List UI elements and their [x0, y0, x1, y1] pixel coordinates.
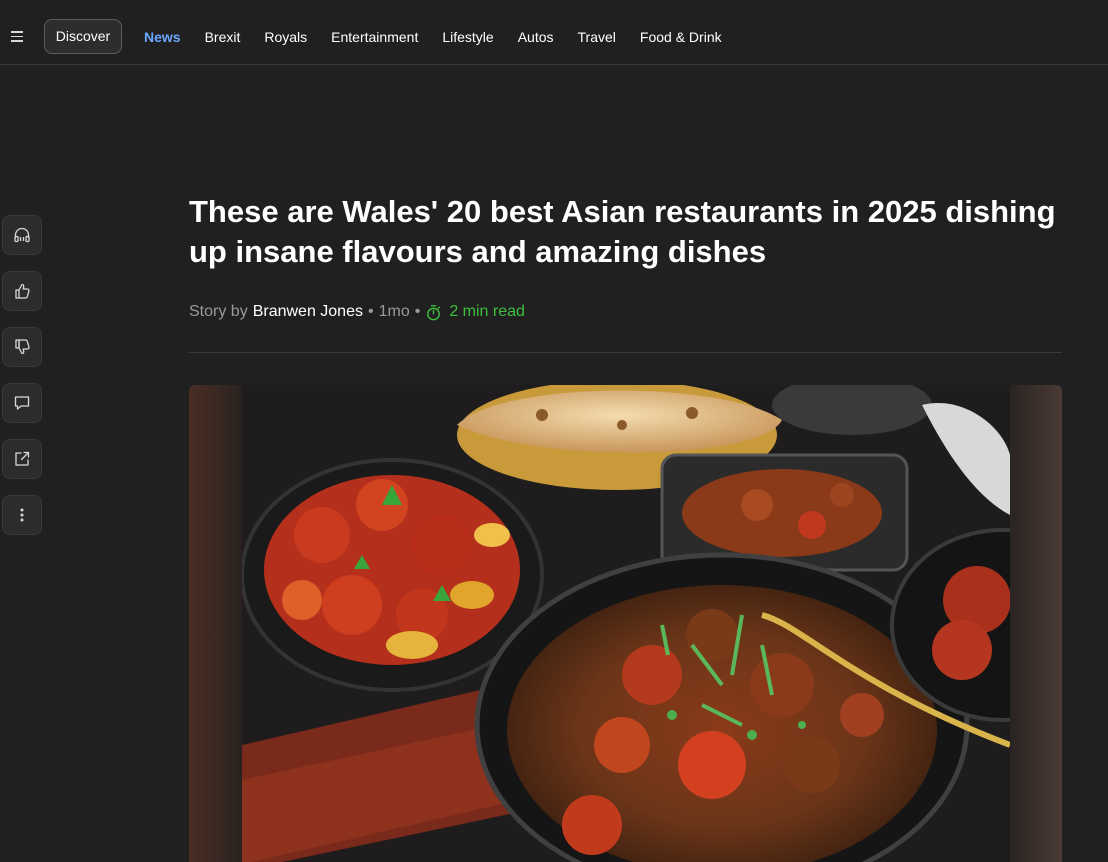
comments-button[interactable]	[2, 383, 42, 423]
read-time-label: 2 min read	[449, 303, 525, 320]
nav-link-entertainment[interactable]: Entertainment	[319, 29, 430, 45]
nav-link-brexit[interactable]: Brexit	[193, 29, 253, 45]
separator-dot: •	[414, 303, 421, 320]
thumbs-down-icon	[15, 339, 30, 355]
author-link[interactable]: Branwen Jones	[253, 303, 363, 321]
top-navigation-bar: Discover News Brexit Royals Entertainmen…	[0, 0, 1108, 65]
article-hero-image[interactable]	[189, 385, 1062, 862]
hamburger-menu-icon[interactable]	[8, 26, 28, 46]
more-options-button[interactable]	[2, 495, 42, 535]
like-button[interactable]	[2, 271, 42, 311]
article-headline: These are Wales' 20 best Asian restauran…	[189, 194, 1056, 269]
nav-link-lifestyle[interactable]: Lifestyle	[430, 29, 505, 45]
nav-link-food-and-drink[interactable]: Food & Drink	[628, 29, 734, 45]
publish-age: 1mo	[378, 303, 410, 320]
stopwatch-icon	[427, 304, 441, 320]
headphones-icon	[14, 227, 30, 243]
dislike-button[interactable]	[2, 327, 42, 367]
listen-button[interactable]	[2, 215, 42, 255]
share-button[interactable]	[2, 439, 42, 479]
story-by-label: Story by	[189, 303, 248, 320]
separator-dot: •	[367, 303, 374, 320]
share-icon	[15, 451, 30, 466]
food-photo	[242, 385, 1010, 862]
comment-icon	[14, 396, 30, 410]
nav-link-travel[interactable]: Travel	[566, 29, 628, 45]
nav-link-autos[interactable]: Autos	[506, 29, 566, 45]
byline-divider	[189, 352, 1062, 353]
article-byline: Story by Branwen Jones • 1mo • 2 min rea…	[189, 302, 525, 322]
read-time: 2 min read	[425, 303, 525, 321]
nav-link-royals[interactable]: Royals	[252, 29, 319, 45]
discover-button[interactable]: Discover	[44, 19, 122, 54]
nav-link-news[interactable]: News	[132, 29, 193, 45]
thumbs-up-icon	[15, 283, 30, 299]
more-vertical-icon	[20, 508, 24, 522]
category-nav: News Brexit Royals Entertainment Lifesty…	[132, 19, 734, 54]
